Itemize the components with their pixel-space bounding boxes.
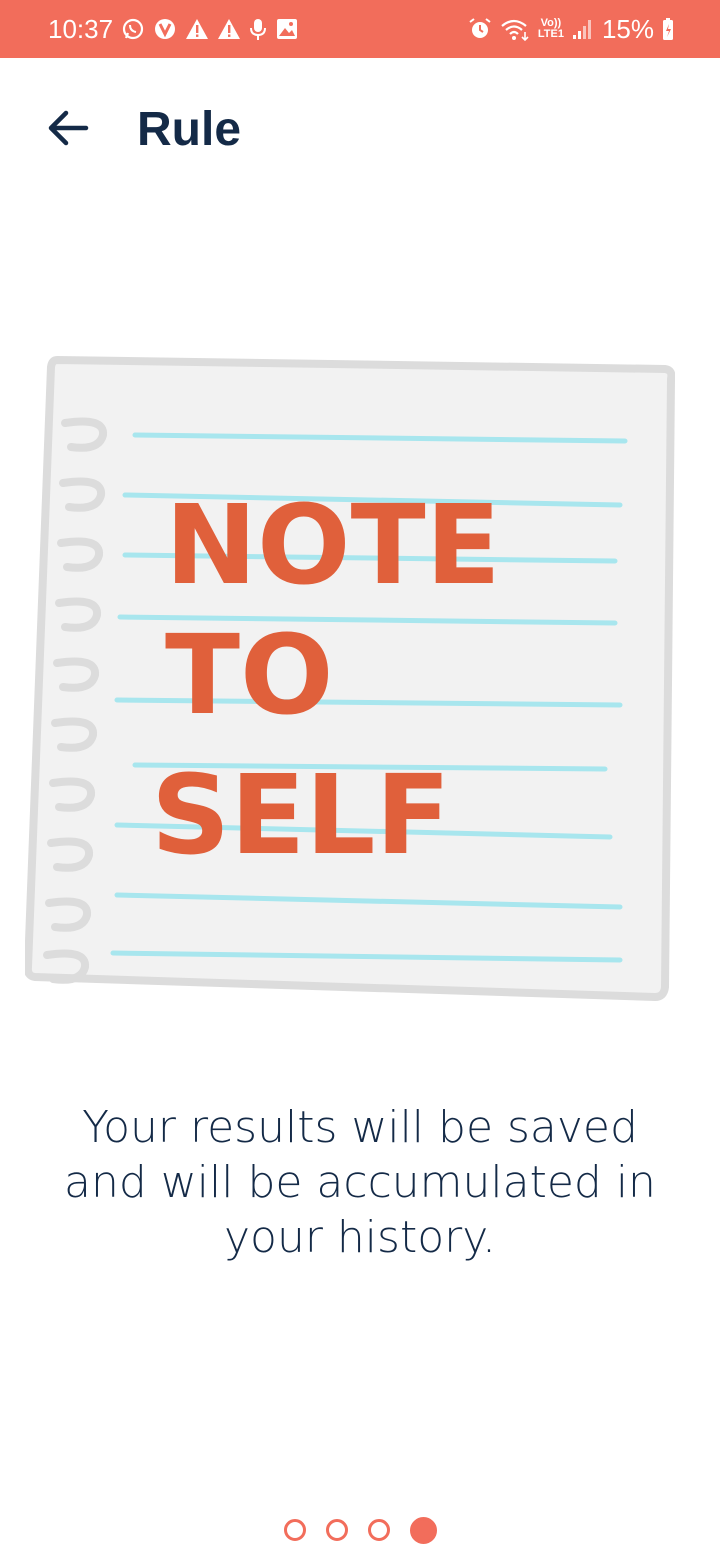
back-button[interactable] <box>38 100 98 160</box>
page-dot-3[interactable] <box>367 1519 390 1541</box>
page-title: Rule <box>137 103 242 156</box>
mic-icon <box>249 17 267 41</box>
arrow-left-icon <box>46 108 90 153</box>
wifi-icon <box>500 17 530 41</box>
note-line-3: SELF <box>151 751 451 879</box>
status-time: 10:37 <box>48 13 114 44</box>
image-icon <box>275 17 299 41</box>
status-right: Vo)) LTE1 15% <box>468 0 674 58</box>
signal-icon <box>572 17 594 41</box>
alarm-icon <box>468 17 492 41</box>
battery-percent: 15% <box>601 13 654 44</box>
page-dot-2[interactable] <box>325 1519 348 1541</box>
app-header: Rule <box>0 58 720 208</box>
status-left: 10:37 <box>48 0 299 58</box>
vpn-icon <box>153 17 177 41</box>
status-bar: 10:37 Vo)) LTE1 15% <box>0 0 720 58</box>
note-line-1: NOTE <box>165 481 501 609</box>
note-to-self-illustration: NOTE TO SELF <box>23 355 676 1015</box>
warning-icon <box>185 18 209 40</box>
page-dot-1[interactable] <box>283 1519 306 1541</box>
warning-icon <box>217 18 241 40</box>
volte-bottom: LTE1 <box>537 28 564 40</box>
volte-icon: Vo)) LTE1 <box>538 18 564 40</box>
rule-message: Your results will be saved and will be a… <box>64 1102 656 1263</box>
whatsapp-icon <box>121 17 145 41</box>
page-dot-4-active[interactable] <box>409 1516 437 1544</box>
note-line-2: TO <box>165 611 334 739</box>
battery-icon <box>662 17 674 41</box>
page-indicator <box>0 1512 720 1548</box>
